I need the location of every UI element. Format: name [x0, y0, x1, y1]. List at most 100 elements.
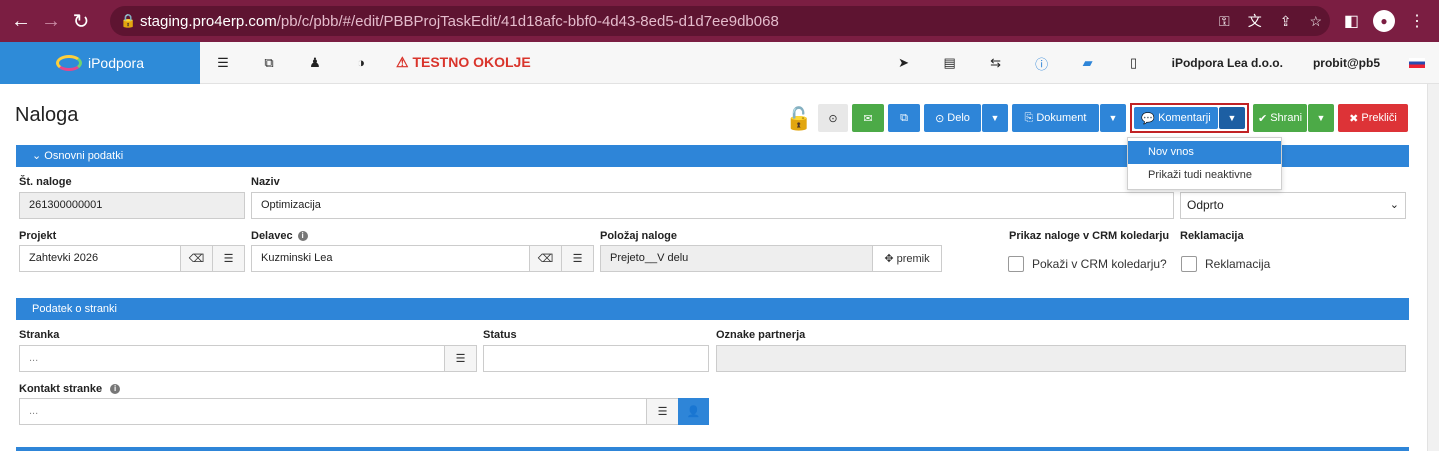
documents-icon: ⎘ [1024, 111, 1034, 124]
copy-button[interactable]: ⧉ [888, 104, 920, 132]
clock-icon: ⊙ [935, 112, 945, 125]
share-icon[interactable]: ⇪ [1280, 13, 1292, 30]
key-icon[interactable]: ⚿ [1219, 13, 1230, 30]
clock-icon: ⊙ [828, 112, 838, 125]
komentarji-button[interactable]: 💬 Komentarji [1134, 107, 1218, 129]
user-secret-icon[interactable]: ♟ [292, 55, 338, 71]
oznake-field [716, 345, 1406, 372]
list-icon[interactable]: ☰ [200, 55, 246, 71]
back-icon[interactable]: ← [6, 10, 36, 33]
stranka-placeholder: ... [29, 352, 39, 364]
menu-item-nov-vnos[interactable]: Nov vnos [1128, 141, 1281, 164]
forward-icon[interactable]: → [36, 10, 66, 33]
translate-icon[interactable]: 文 [1248, 11, 1262, 31]
caret-down-icon: ▼ [1227, 113, 1237, 123]
star-icon[interactable]: ☆ [1309, 13, 1322, 30]
email-button[interactable]: ✉ [852, 104, 884, 132]
profile-icon[interactable]: ● [1373, 10, 1395, 32]
section-title: Osnovni podatki [44, 150, 124, 162]
teamviewer-icon[interactable]: ⇆ [973, 55, 1019, 71]
kontakt-list-button[interactable]: ☰ [646, 398, 679, 425]
menu-icon[interactable]: ⋮ [1409, 11, 1425, 31]
reload-icon[interactable]: ↻ [66, 9, 96, 34]
history-button[interactable]: ⊙ [818, 104, 848, 132]
paper-plane-icon[interactable]: ➤ [881, 55, 927, 71]
chevron-down-icon: ⌄ [1389, 199, 1399, 211]
delo-button[interactable]: ⊙ Delo [924, 104, 981, 132]
reklamacija-label: Reklamacija [1180, 230, 1244, 242]
shrani-caret-button[interactable]: ▼ [1308, 104, 1334, 132]
address-bar[interactable]: 🔒 staging.pro4erp.com/pb/c/pbb/#/edit/PB… [110, 6, 1330, 36]
premik-label: premik [896, 252, 930, 265]
oznake-label: Oznake partnerja [716, 329, 806, 341]
info-icon[interactable]: ⓘ [1019, 54, 1065, 73]
envelope-icon: ✉ [863, 112, 873, 125]
user-name[interactable]: probit@pb5 [1298, 56, 1395, 70]
preklici-label: Prekliči [1361, 112, 1397, 124]
document-icon[interactable]: ▯ [1111, 55, 1157, 71]
stranka-label: Stranka [19, 329, 60, 341]
section-podatek-o-stranki[interactable]: Podatek o stranki [16, 298, 1409, 320]
status-select[interactable]: Odprto ⌄ [1180, 192, 1406, 219]
contrast-icon[interactable]: ◑ [338, 55, 384, 70]
kontakt-input[interactable]: ... [19, 398, 647, 425]
company-name[interactable]: iPodpora Lea d.o.o. [1157, 56, 1298, 70]
info-icon: i [110, 384, 121, 394]
slovenia-flag-icon[interactable] [1409, 58, 1425, 68]
preklici-button[interactable]: ✖ Prekliči [1338, 104, 1408, 132]
naziv-input[interactable]: Optimizacija [251, 192, 1174, 219]
scrollbar[interactable] [1427, 84, 1439, 451]
section-title: Podatek o stranki [32, 303, 117, 315]
lock-icon: 🔒 [120, 13, 137, 28]
info-icon: i [297, 231, 308, 241]
shrani-button[interactable]: ✔ Shrani [1253, 104, 1307, 132]
projekt-clear-button[interactable]: ⌫ [180, 245, 213, 272]
dokument-button[interactable]: ⎘ Dokument [1012, 104, 1099, 132]
delavec-clear-button[interactable]: ⌫ [529, 245, 562, 272]
polozaj-field: Prejeto__V delu [600, 245, 873, 272]
test-environment-warning: ⚠ TESTNO OKOLJE [396, 54, 531, 70]
delo-caret-button[interactable]: ▼ [982, 104, 1008, 132]
stranka-list-button[interactable]: ☰ [444, 345, 477, 372]
brand-name: iPodpora [87, 54, 145, 71]
server-icon[interactable]: ▤ [927, 55, 973, 71]
projekt-input[interactable]: Zahtevki 2026 [19, 245, 181, 272]
caret-down-icon: ▼ [1108, 113, 1118, 123]
st-naloge-field: 261300000001 [19, 192, 245, 219]
status-input[interactable] [483, 345, 709, 372]
naziv-label: Naziv [251, 176, 280, 188]
eraser-icon: ⌫ [537, 253, 554, 265]
list-icon: ☰ [223, 253, 234, 265]
action-toolbar: 🔓 ⊙ ✉ ⧉ ⊙ Delo ▼ ⎘ Dokument ▼ 💬 Komentarji … [784, 103, 1408, 133]
copy-icon: ⧉ [900, 111, 908, 124]
stranka-input[interactable]: ... [19, 345, 445, 372]
external-link-icon[interactable]: ⧉ [246, 55, 292, 71]
menu-item-prikazi-neaktivne[interactable]: Prikaži tudi neaktivne [1128, 164, 1281, 187]
delavec-label-text: Delavec [251, 230, 293, 242]
st-naloge-label: Št. naloge [19, 176, 72, 188]
projekt-list-button[interactable]: ☰ [212, 245, 245, 272]
polozaj-label: Položaj naloge [600, 230, 678, 242]
shrani-label: Shrani [1270, 112, 1303, 124]
list-icon: ☰ [572, 253, 583, 265]
brand-logo[interactable]: iPodpora [0, 41, 200, 84]
logo-icon [55, 54, 82, 71]
book-icon[interactable]: ▰ [1065, 55, 1111, 71]
unlock-icon[interactable]: 🔓 [784, 104, 814, 132]
close-icon: ✖ [1349, 112, 1359, 125]
dokument-caret-button[interactable]: ▼ [1100, 104, 1126, 132]
sidebar-icon[interactable]: ◧ [1344, 11, 1359, 31]
caret-down-icon: ▼ [1316, 113, 1326, 123]
kontakt-user-button[interactable]: 👤 [678, 398, 709, 425]
move-icon: ✥ [884, 253, 894, 265]
delavec-input[interactable]: Kuzminski Lea [251, 245, 530, 272]
reklamacija-checkbox[interactable] [1181, 256, 1197, 272]
premik-button[interactable]: ✥ premik [872, 245, 942, 272]
app-navbar: iPodpora ☰ ⧉ ♟ ◑ ⚠ TESTNO OKOLJE ➤ ▤ ⇆ ⓘ… [0, 41, 1439, 84]
kontakt-label-text: Kontakt stranke [19, 383, 103, 395]
delavec-list-button[interactable]: ☰ [561, 245, 594, 272]
crm-checkbox[interactable] [1008, 256, 1024, 272]
reklamacija-checkbox-label: Reklamacija [1205, 257, 1271, 271]
komentarji-caret-button[interactable]: ▼ [1219, 107, 1245, 129]
dokument-label: Dokument [1036, 112, 1087, 124]
